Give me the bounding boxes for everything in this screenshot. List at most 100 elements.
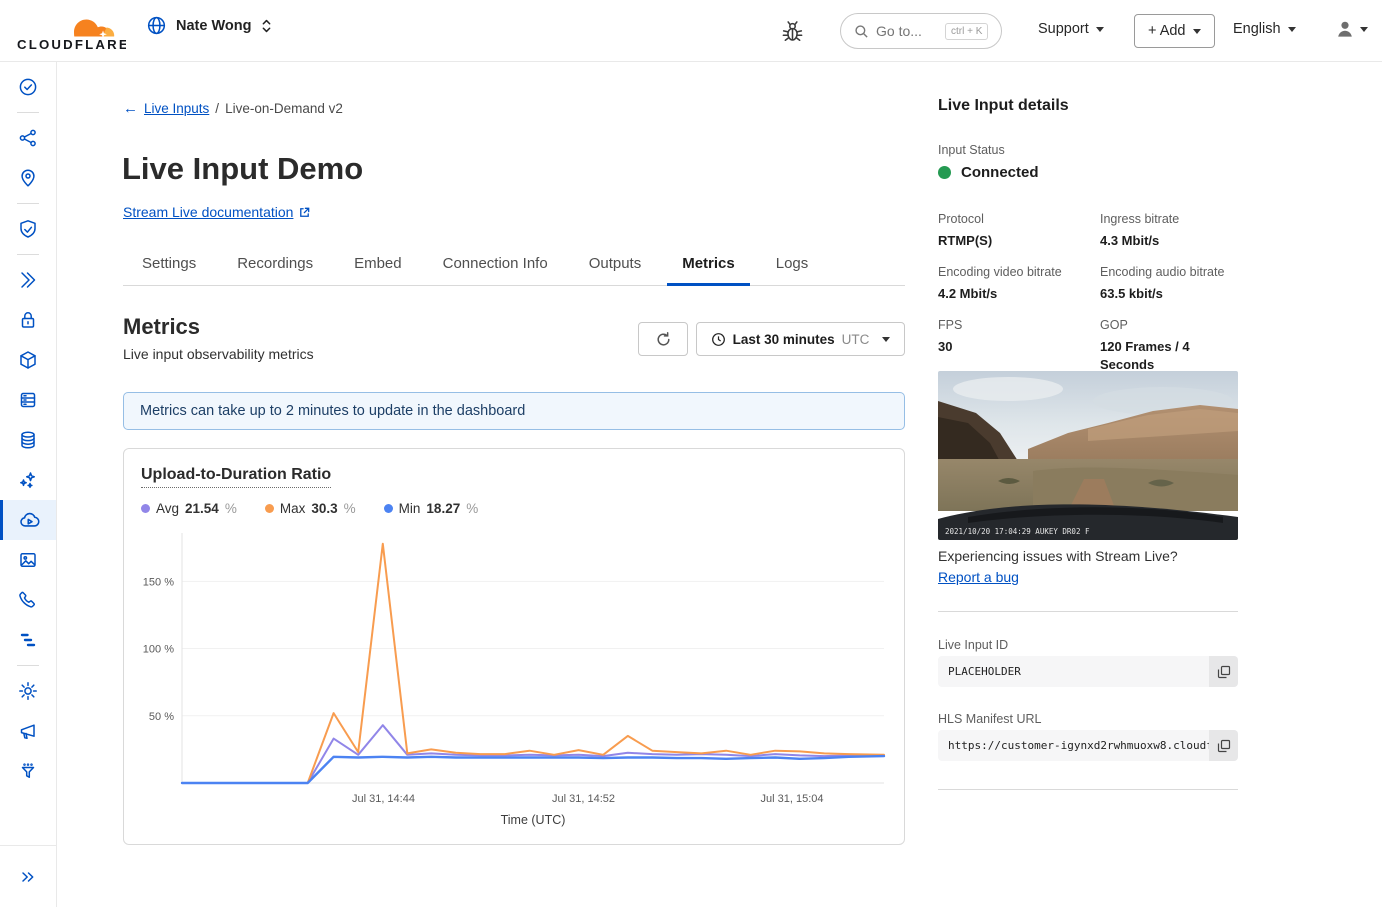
support-menu[interactable]: Support [1038,21,1104,37]
field-fps: FPS 30 [938,318,1100,374]
tab-embed[interactable]: Embed [352,248,404,285]
tab-recordings[interactable]: Recordings [235,248,315,285]
speed-bolt-icon [17,269,39,291]
image-icon [17,549,39,571]
search-input[interactable] [876,23,938,39]
sidebar-item-ssl[interactable] [0,300,56,340]
legend-dot-max [265,504,274,513]
tab-logs[interactable]: Logs [774,248,811,285]
input-status: Connected [938,164,1039,181]
live-input-id-row: PLACEHOLDER [938,656,1238,687]
add-button[interactable]: + Add [1134,14,1215,48]
sidebar-item-workers[interactable] [0,340,56,380]
copy-live-input-id-button[interactable] [1209,656,1238,687]
sidebar-item-security[interactable] [0,209,56,249]
sidebar-item-stream[interactable] [0,500,56,540]
refresh-button[interactable] [638,322,688,356]
gear-icon [17,680,39,702]
sidebar-item-ai[interactable] [0,460,56,500]
server-stack-icon [17,389,39,411]
legend-dot-min [384,504,393,513]
issues-text: Experiencing issues with Stream Live? [938,548,1178,564]
stream-cloud-play-icon [18,509,41,532]
chevrons-right-icon [17,866,39,888]
top-header: CLOUDFLARE Nate Wong [0,0,1382,62]
tab-metrics[interactable]: Metrics [680,248,737,285]
field-gop: GOP 120 Frames / 4 Seconds [1100,318,1238,374]
sidebar-item-calls[interactable] [0,580,56,620]
field-protocol: Protocol RTMP(S) [938,212,1100,250]
map-pin-icon [17,167,39,189]
sidebar-item-locations[interactable] [0,158,56,198]
sidebar-divider [17,665,39,666]
tab-connection-info[interactable]: Connection Info [441,248,550,285]
sidebar-item-time-travel[interactable] [0,67,56,107]
sidebar-item-settings[interactable] [0,671,56,711]
sidebar-item-announcements[interactable] [0,711,56,751]
report-bug-icon[interactable] [776,15,808,47]
chart-legend: Avg 21.54 % Max 30.3 % Min 18.27 % [141,501,478,516]
hls-manifest-row: https://customer-igynxd2rwhmuoxw8.cloudf [938,730,1238,761]
search-shortcut-badge: ctrl + K [945,23,988,40]
language-menu[interactable]: English [1233,21,1296,37]
cloudflare-logo[interactable]: CLOUDFLARE [16,8,126,54]
tab-settings[interactable]: Settings [140,248,198,285]
app-sidebar [0,62,57,907]
sort-chevrons-icon [260,17,273,35]
hls-manifest-label: HLS Manifest URL [938,712,1042,726]
sidebar-item-discover[interactable] [0,118,56,158]
live-input-id-label: Live Input ID [938,638,1008,652]
account-selector[interactable]: Nate Wong [146,15,273,36]
sidebar-item-server-stack[interactable] [0,380,56,420]
shield-arrow-icon [17,218,39,240]
account-name: Nate Wong [176,18,251,34]
hls-manifest-value[interactable]: https://customer-igynxd2rwhmuoxw8.cloudf [938,730,1209,761]
live-input-id-value[interactable]: PLACEHOLDER [938,656,1209,687]
svg-text:Jul 31, 14:44: Jul 31, 14:44 [352,793,415,805]
svg-text:CLOUDFLARE: CLOUDFLARE [17,37,126,52]
svg-text:50 %: 50 % [149,711,174,723]
legend-min: Min 18.27 % [384,501,479,516]
time-range-dropdown[interactable]: Last 30 minutes UTC [696,322,905,356]
input-status-label: Input Status [938,143,1005,157]
sparkles-icon [17,469,39,491]
chevron-down-icon [1360,27,1368,32]
globe-icon [146,15,167,36]
info-banner: Metrics can take up to 2 minutes to upda… [123,392,905,430]
panel-divider [938,611,1238,612]
sidebar-divider [17,203,39,204]
legend-dot-avg [141,504,150,513]
copy-hls-url-button[interactable] [1209,730,1238,761]
tab-bar: Settings Recordings Embed Connection Inf… [123,248,905,286]
report-bug-link[interactable]: Report a bug [938,569,1019,585]
page-title: Live Input Demo [122,151,363,187]
global-search[interactable]: ctrl + K [840,13,1002,49]
sidebar-item-analytics[interactable] [0,620,56,660]
sidebar-collapse[interactable] [0,845,57,907]
sidebar-divider [17,112,39,113]
user-menu[interactable] [1334,18,1368,40]
breadcrumb-live-inputs[interactable]: Live Inputs [144,101,209,116]
chevron-down-icon [1096,27,1104,32]
search-icon [854,24,869,39]
lock-icon [17,309,39,331]
details-fields: Protocol RTMP(S) Ingress bitrate 4.3 Mbi… [938,212,1238,374]
sidebar-item-database[interactable] [0,420,56,460]
legend-max: Max 30.3 % [265,501,356,516]
copy-icon [1217,665,1231,679]
copy-icon [1217,739,1231,753]
svg-text:Time (UTC): Time (UTC) [501,813,566,827]
stream-docs-link[interactable]: Stream Live documentation [123,204,311,220]
bars-icon [17,629,39,651]
database-icon [17,429,39,451]
live-video-preview[interactable]: 2021/10/20 17:04:29 AUKEY DR02 F [938,371,1238,540]
svg-text:100 %: 100 % [143,644,174,656]
back-arrow-icon: ← [123,100,138,117]
sidebar-item-filter[interactable] [0,751,56,791]
tab-outputs[interactable]: Outputs [587,248,644,285]
chevron-down-icon [1193,29,1201,34]
sidebar-item-speed[interactable] [0,260,56,300]
cube-icon [17,349,39,371]
sidebar-item-images[interactable] [0,540,56,580]
external-link-icon [298,206,311,219]
